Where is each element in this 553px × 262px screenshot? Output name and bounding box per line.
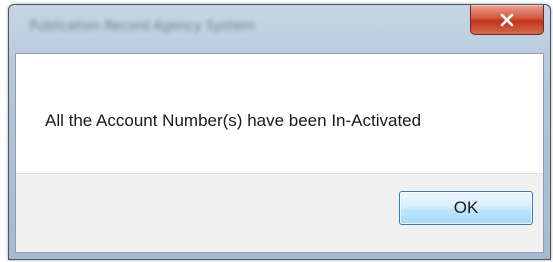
close-button[interactable] <box>470 5 544 35</box>
dialog-content: All the Account Number(s) have been In-A… <box>15 53 544 253</box>
title-bar[interactable]: Publication Record Agency System <box>9 5 550 53</box>
message-dialog: Publication Record Agency System All the… <box>8 4 551 260</box>
button-panel: OK <box>16 173 543 252</box>
ok-button[interactable]: OK <box>399 191 533 225</box>
close-icon <box>499 13 515 27</box>
window-title: Publication Record Agency System <box>29 19 255 34</box>
message-text: All the Account Number(s) have been In-A… <box>45 111 422 130</box>
